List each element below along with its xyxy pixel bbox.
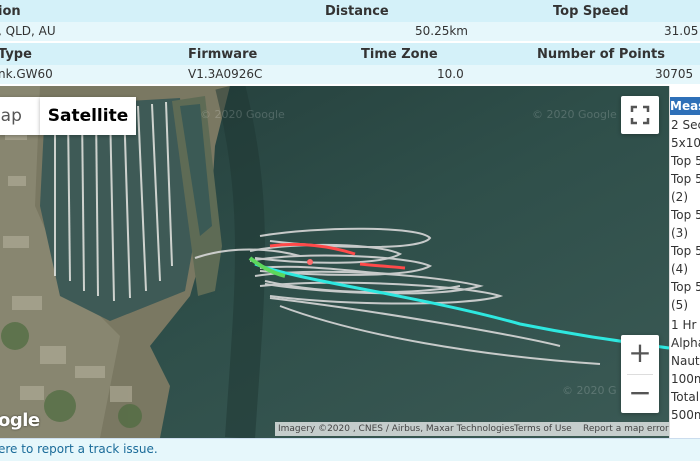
col-header-number-of-points: Number of Points: [537, 47, 665, 62]
header-row-2: Type Firmware Time Zone Number of Points: [0, 43, 700, 66]
col-header-time-zone: Time Zone: [361, 47, 438, 62]
fullscreen-icon: [630, 105, 650, 125]
measurement-item[interactable]: 2 Sec: [671, 118, 700, 132]
track-marker: [307, 259, 313, 265]
zoom-in-button[interactable]: +: [621, 335, 659, 373]
zoom-control: + −: [621, 335, 659, 413]
value-row-1: , QLD, AU 50.25km 31.05: [0, 22, 700, 41]
number-of-points-value: 30705: [655, 67, 694, 81]
col-header-distance: Distance: [325, 4, 389, 19]
measurement-panel: Meas 2 Sec 5x10 / Top 5 Top 5 (2) Top 5 …: [669, 86, 700, 438]
measurement-item[interactable]: 500m: [671, 408, 700, 422]
measurement-item[interactable]: 5x10 /: [671, 136, 700, 150]
footer-bar: ere to report a track issue.: [0, 438, 700, 461]
google-logo[interactable]: ogle: [0, 410, 40, 431]
measurement-item[interactable]: (4): [671, 262, 688, 276]
maptype-satellite-label: Satellite: [47, 106, 129, 126]
col-header-type: Type: [0, 47, 32, 62]
satellite-map[interactable]: © 2020 Google © 2020 Google © 2020 G: [0, 86, 669, 438]
measurement-item[interactable]: Top 5: [671, 280, 700, 294]
time-zone-value: 10.0: [437, 67, 464, 81]
measurement-item[interactable]: Top 5: [671, 172, 700, 186]
firmware-value: V1.3A0926C: [188, 67, 263, 81]
measurement-item[interactable]: 1 Hr (: [671, 318, 700, 332]
col-header-location: ion: [0, 4, 21, 19]
zoom-out-button[interactable]: −: [621, 375, 659, 413]
location-value: , QLD, AU: [0, 24, 56, 38]
google-watermark: © 2020 G: [562, 384, 617, 397]
google-watermark: © 2020 Google: [200, 108, 285, 121]
report-map-error-link[interactable]: Report a map error: [583, 422, 669, 436]
fullscreen-button[interactable]: [621, 96, 659, 134]
maptype-satellite-button[interactable]: Satellite: [40, 97, 136, 135]
measurement-item[interactable]: Top 5: [671, 208, 700, 222]
measurement-item[interactable]: Alpha: [671, 336, 700, 350]
measurement-item[interactable]: (2): [671, 190, 688, 204]
maptype-map-label: Map: [0, 106, 22, 126]
map-attribution-bar: Imagery ©2020 , CNES / Airbus, Maxar Tec…: [275, 422, 669, 436]
measurement-item[interactable]: Total: [671, 390, 699, 404]
header-row-1: ion Distance Top Speed: [0, 0, 700, 23]
col-header-firmware: Firmware: [188, 47, 258, 62]
panel-header: Meas: [670, 97, 700, 115]
terms-of-use-link[interactable]: Terms of Use: [514, 422, 572, 436]
report-track-issue-link[interactable]: ere to report a track issue.: [0, 439, 158, 459]
measurement-item[interactable]: (5): [671, 298, 688, 312]
measurement-item[interactable]: Nauti: [671, 354, 700, 368]
measurement-item[interactable]: Top 5: [671, 244, 700, 258]
col-header-top-speed: Top Speed: [553, 4, 629, 19]
measurement-item[interactable]: Top 5: [671, 154, 700, 168]
measurement-item[interactable]: 100m: [671, 372, 700, 386]
top-speed-value: 31.05: [664, 24, 699, 38]
type-value: nk.GW60: [0, 67, 53, 81]
google-watermark: © 2020 Google: [532, 108, 617, 121]
measurement-item[interactable]: (3): [671, 226, 688, 240]
distance-value: 50.25km: [415, 24, 468, 38]
imagery-credit: Imagery ©2020 , CNES / Airbus, Maxar Tec…: [278, 424, 515, 434]
value-row-2: nk.GW60 V1.3A0926C 10.0 30705: [0, 65, 700, 84]
maptype-map-button[interactable]: Map: [0, 97, 40, 135]
